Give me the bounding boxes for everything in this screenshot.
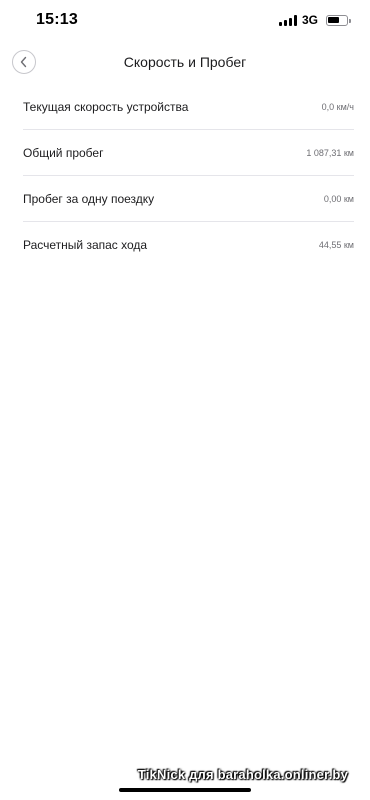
row-value: 0,00 км	[323, 193, 354, 204]
network-type-label: 3G	[301, 13, 318, 27]
row-value: 44,55 км	[318, 239, 354, 250]
row-value: 1 087,31 км	[306, 147, 354, 158]
list-item-current-speed[interactable]: Текущая скорость устройства 0,0 км/ч	[23, 84, 354, 130]
row-value: 0,0 км/ч	[321, 101, 354, 112]
header: Скорость и Пробег	[0, 44, 370, 80]
home-indicator[interactable]	[119, 788, 251, 792]
row-label: Общий пробег	[23, 145, 104, 160]
battery-icon	[326, 14, 351, 26]
status-time: 15:13	[36, 11, 78, 28]
status-icons: 3G	[278, 13, 351, 27]
list-item-trip-mileage[interactable]: Пробег за одну поездку 0,00 км	[23, 176, 354, 222]
cellular-signal-icon	[278, 14, 297, 26]
row-label: Расчетный запас хода	[23, 237, 148, 252]
row-label: Пробег за одну поездку	[23, 191, 155, 206]
list-item-total-mileage[interactable]: Общий пробег 1 087,31 км	[23, 130, 354, 176]
page-title: Скорость и Пробег	[123, 54, 247, 70]
watermark-text: TikNick для baraholka.onliner.by	[137, 767, 348, 782]
status-bar: 15:13 3G	[0, 0, 370, 42]
battery-level-fill	[328, 16, 340, 24]
row-label: Текущая скорость устройства	[23, 99, 189, 114]
list-item-estimated-range[interactable]: Расчетный запас хода 44,55 км	[23, 222, 354, 267]
settings-list: Текущая скорость устройства 0,0 км/ч Общ…	[0, 84, 370, 267]
